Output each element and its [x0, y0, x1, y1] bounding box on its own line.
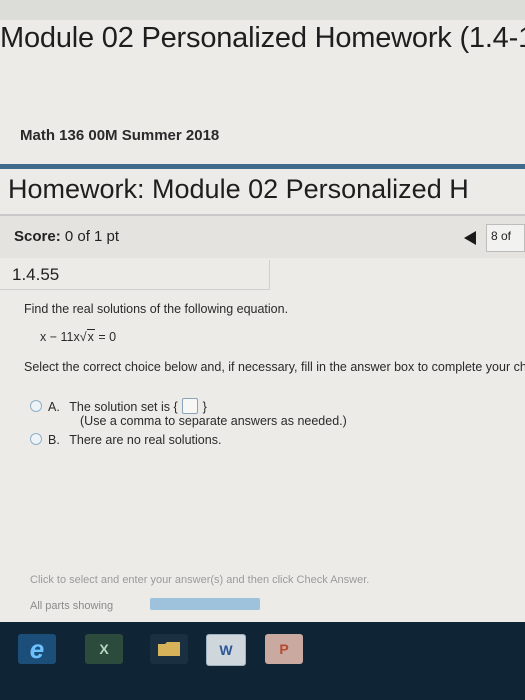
choice-b-radio[interactable]	[30, 433, 42, 445]
answer-input[interactable]	[182, 398, 199, 414]
choice-a-text-after: }	[202, 400, 207, 414]
score-label: Score:	[14, 228, 61, 245]
choice-b-text: There are no real solutions.	[69, 433, 222, 447]
equation-left: x − 11x	[40, 330, 80, 344]
homework-header-accent	[0, 164, 525, 169]
triangle-left-icon	[464, 231, 476, 245]
parts-showing-label: All parts showing	[30, 600, 114, 612]
folder-icon[interactable]	[150, 634, 188, 664]
choice-b[interactable]: B. There are no real solutions.	[30, 433, 221, 447]
footer-instruction: Click to select and enter your answer(s)…	[30, 574, 370, 586]
instruction-text: Select the correct choice below and, if …	[24, 360, 525, 374]
powerpoint-icon[interactable]: P	[265, 634, 303, 664]
windows-taskbar	[0, 622, 525, 700]
word-icon[interactable]: W	[206, 634, 246, 666]
page-title: Module 02 Personalized Homework (1.4-1.	[0, 22, 525, 54]
choice-b-letter: B.	[48, 433, 60, 447]
sqrt-symbol: √	[79, 330, 87, 344]
choice-a-radio[interactable]	[30, 400, 42, 412]
score-display: Score: 0 of 1 pt	[14, 228, 119, 245]
answer-hint: (Use a comma to separate answers as need…	[80, 414, 347, 428]
equation-right: = 0	[94, 330, 117, 344]
choice-a-letter: A.	[48, 400, 60, 414]
equation: x − 11x√x = 0	[40, 329, 117, 344]
course-name: Math 136 00M Summer 2018	[20, 127, 220, 144]
folder-shape	[158, 642, 180, 656]
equation-radicand: x	[86, 329, 95, 344]
choice-a[interactable]: A. The solution set is { }	[30, 398, 207, 414]
excel-icon[interactable]: X	[85, 634, 123, 664]
question-number: 1.4.55	[0, 260, 270, 290]
question-prompt: Find the real solutions of the following…	[24, 302, 289, 316]
internet-explorer-icon[interactable]: e	[18, 634, 56, 664]
homework-title: Homework: Module 02 Personalized H	[8, 174, 469, 204]
choice-a-text: The solution set is {	[69, 400, 178, 414]
previous-question-button[interactable]	[460, 229, 482, 247]
parts-progress-bar	[150, 598, 260, 610]
parts-progress-fill	[150, 598, 260, 610]
browser-top-strip	[0, 0, 525, 20]
score-value: 0 of 1 pt	[64, 228, 120, 245]
question-position-select[interactable]: 8 of	[486, 224, 525, 252]
